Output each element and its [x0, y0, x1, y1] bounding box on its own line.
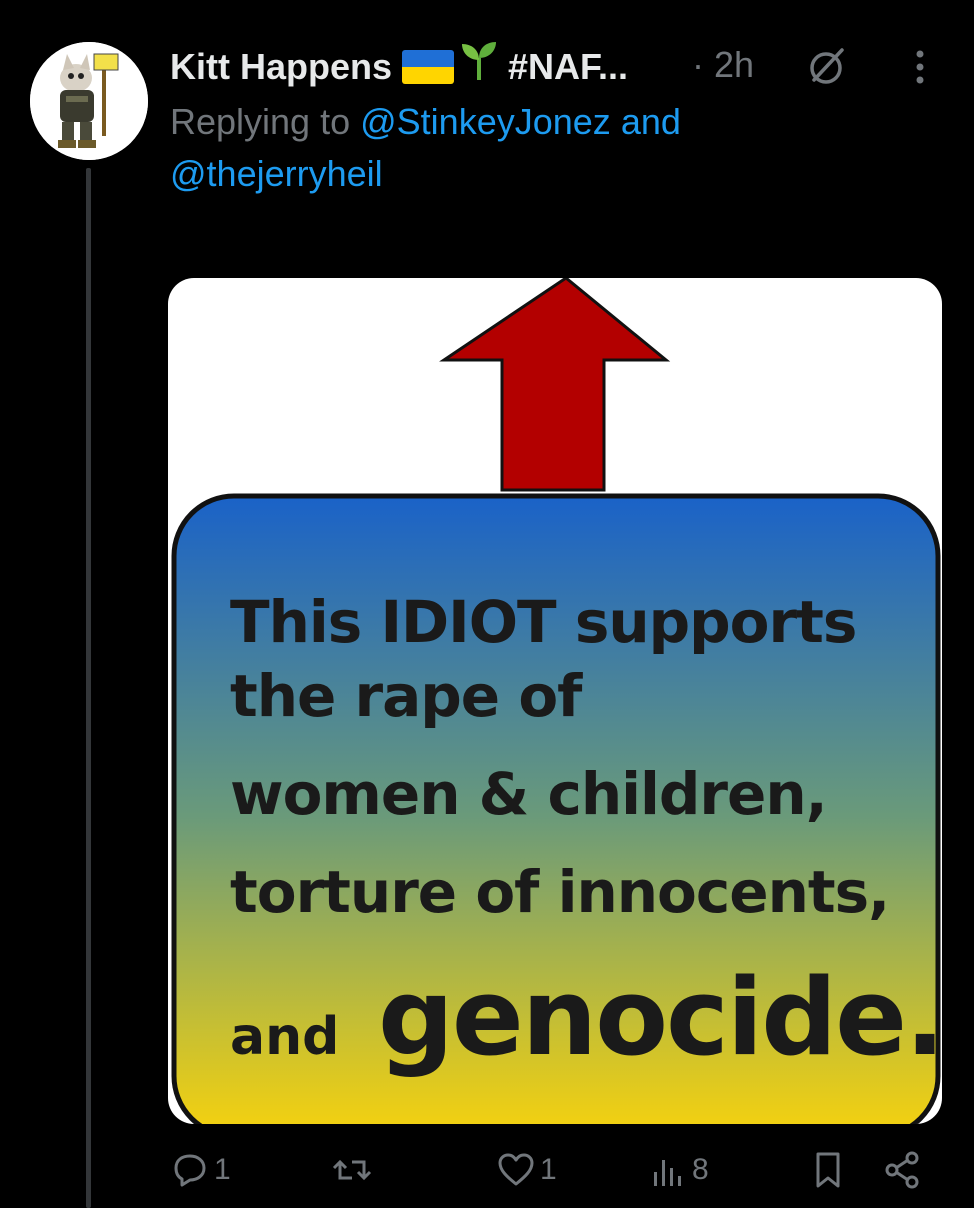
- dot-separator: ·: [692, 44, 704, 85]
- reply-icon: [174, 1154, 206, 1187]
- mention-link-thejerryheil[interactable]: @thejerryheil: [170, 153, 383, 194]
- reply-count: 1: [214, 1153, 231, 1186]
- views-count: 8: [692, 1153, 709, 1186]
- meme-line-1: This IDIOT supports: [230, 588, 856, 656]
- meme-line-2: the rape of: [230, 662, 583, 730]
- author-name-row[interactable]: Kitt Happens #NAF...: [170, 40, 628, 99]
- meme-line-3: women & children,: [230, 760, 827, 828]
- meme-line-4: torture of innocents,: [230, 858, 889, 926]
- and-label: and: [620, 101, 681, 142]
- like-button[interactable]: 1: [496, 1140, 557, 1200]
- time-label: 2h: [714, 44, 755, 85]
- reply-button[interactable]: 1: [170, 1140, 231, 1200]
- mention-link-stinkeyjonez[interactable]: @StinkeyJonez: [360, 101, 611, 142]
- share-icon: [885, 1151, 919, 1189]
- bookmark-icon: [816, 1152, 840, 1188]
- tweet-media-image[interactable]: This IDIOT supports the rape of women & …: [168, 278, 942, 1124]
- meme-graphic: This IDIOT supports the rape of women & …: [171, 278, 942, 1124]
- views-icon: [654, 1160, 681, 1186]
- red-arrow-icon: [439, 278, 671, 492]
- like-count: 1: [540, 1153, 557, 1186]
- ukraine-flag-icon: [402, 49, 455, 84]
- grok-icon[interactable]: [804, 46, 850, 86]
- author-handle: #NAF...: [508, 46, 629, 88]
- thread-line: [86, 168, 91, 1208]
- replying-to: Replying to @StinkeyJonez and @thejerryh…: [170, 96, 930, 200]
- repost-button[interactable]: [332, 1140, 376, 1200]
- meme-line-5-big: genocide.: [378, 956, 942, 1079]
- tweet-header: Kitt Happens #NAF... · 2h: [170, 40, 960, 90]
- replying-to-label: Replying to: [170, 101, 351, 142]
- timestamp[interactable]: · 2h: [692, 40, 754, 90]
- bookmark-button[interactable]: [808, 1140, 848, 1200]
- views-button[interactable]: 8: [648, 1140, 709, 1200]
- seedling-icon: [460, 40, 498, 93]
- tweet-actions: 1 1 8: [170, 1140, 960, 1200]
- avatar-image: [30, 42, 148, 160]
- share-button[interactable]: [882, 1140, 922, 1200]
- meme-line-5-small: and: [230, 1007, 339, 1067]
- author-name: Kitt Happens: [170, 46, 393, 88]
- heart-icon: [498, 1153, 534, 1186]
- avatar[interactable]: [30, 42, 148, 160]
- repost-icon: [332, 1159, 372, 1181]
- more-options-icon[interactable]: [908, 48, 932, 86]
